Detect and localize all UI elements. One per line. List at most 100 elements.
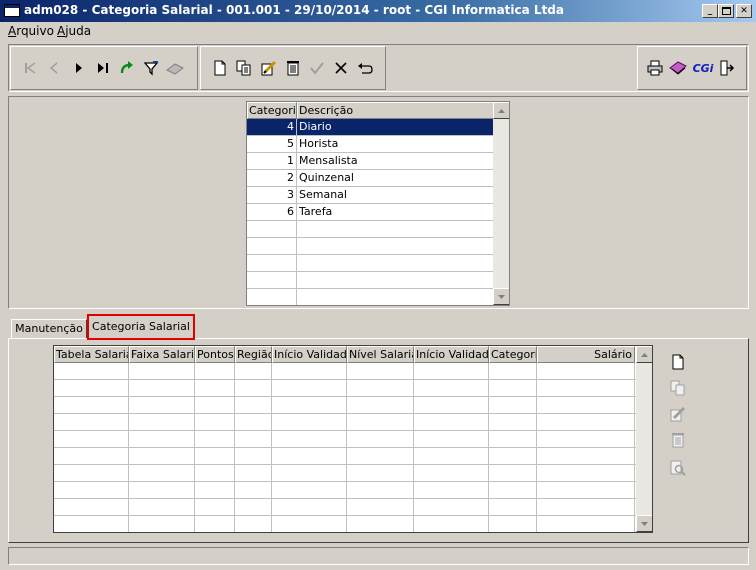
copy-record-icon [236,60,251,76]
table-cell [129,380,195,396]
table-cell [489,465,537,481]
table-row[interactable] [247,255,493,272]
delete-record-button[interactable] [282,57,304,79]
table-cell [489,380,537,396]
clear-filter-icon [166,63,184,75]
table-row[interactable] [247,289,493,305]
table-cell [489,482,537,498]
table-cell [235,516,272,532]
filter-button[interactable] [140,57,162,79]
column-header-regiao[interactable]: Região [235,346,272,363]
table-cell [537,448,635,464]
edit-record-button[interactable] [258,57,280,79]
table-row[interactable]: 2 Quinzenal [247,170,493,187]
table-row[interactable] [54,516,636,532]
table-cell [347,499,414,515]
menu-arquivo[interactable]: Arquivo [8,24,54,38]
close-button[interactable]: ✕ [736,4,752,18]
app-icon [4,4,20,17]
column-header-descricao[interactable]: Descrição [297,102,494,119]
side-search-button[interactable] [667,458,689,478]
maximize-button[interactable] [718,4,734,18]
cell-categoria: 1 [247,153,297,169]
salary-grid: Tabela SalarialFaixa SalarialPontosRegiã… [53,345,653,533]
tab-manutencao[interactable]: Manutenção [11,319,87,338]
copy-record-button[interactable] [233,57,255,79]
table-row[interactable] [247,221,493,238]
table-row[interactable] [54,465,636,482]
previous-record-button[interactable] [43,57,65,79]
salary-scrollbar[interactable] [636,346,652,532]
table-cell [272,363,347,379]
table-cell [272,448,347,464]
undo-button[interactable] [354,57,376,79]
column-header-categoria[interactable]: Categoria [489,346,537,363]
table-row[interactable] [247,238,493,255]
scroll-up-button[interactable] [493,102,509,119]
scroll-down-icon [641,521,648,526]
table-cell [54,448,129,464]
menu-ajuda[interactable]: Ajuda [57,24,91,38]
refresh-button[interactable] [116,57,138,79]
column-header-categoria[interactable]: Categoria [247,102,297,119]
table-cell [129,465,195,481]
new-record-button[interactable] [209,57,231,79]
cell-categoria [247,255,297,271]
table-row[interactable] [54,482,636,499]
print-button[interactable] [644,57,666,79]
column-header-nivel-salarial[interactable]: Nível Salarial [347,346,414,363]
table-row[interactable] [54,414,636,431]
column-header-salario[interactable]: Salário [537,346,635,363]
column-header-pontos[interactable]: Pontos [195,346,235,363]
table-cell [195,414,235,430]
side-delete-button[interactable] [667,430,689,450]
help-book-button[interactable] [667,57,689,79]
table-cell [235,380,272,396]
cancel-button[interactable] [330,57,352,79]
side-copy-button[interactable] [667,378,689,398]
table-row[interactable] [54,499,636,516]
cell-categoria: 4 [247,119,297,135]
table-row[interactable]: 6 Tarefa [247,204,493,221]
confirm-button[interactable] [306,57,328,79]
salary-scroll-down-button[interactable] [636,515,652,532]
cell-categoria [247,289,297,305]
table-cell [537,499,635,515]
column-header-inicio-validade-2[interactable]: Início Validade [414,346,489,363]
first-record-button[interactable] [19,57,41,79]
table-row[interactable]: 5 Horista [247,136,493,153]
table-cell [129,431,195,447]
clear-filter-button[interactable] [164,57,186,79]
table-row[interactable] [54,397,636,414]
table-cell [235,414,272,430]
table-row[interactable] [54,448,636,465]
column-header-inicio-validade[interactable]: Início Validade [272,346,347,363]
salary-scroll-up-button[interactable] [636,346,652,363]
side-new-button[interactable] [667,352,689,372]
undo-icon [358,63,373,74]
tab-categoria-salarial[interactable]: Categoria Salarial [87,314,195,340]
table-cell [129,499,195,515]
next-record-button[interactable] [68,57,90,79]
exit-button[interactable] [716,57,738,79]
table-row[interactable] [54,380,636,397]
minimize-button[interactable]: _ [702,4,718,18]
table-row[interactable] [54,431,636,448]
table-cell [347,482,414,498]
table-row[interactable] [54,363,636,380]
column-header-faixa-salarial[interactable]: Faixa Salarial [129,346,195,363]
column-header-tabela-salarial[interactable]: Tabela Salarial [54,346,129,363]
last-record-button[interactable] [92,57,114,79]
scroll-down-button[interactable] [493,288,509,305]
first-record-icon [25,62,36,74]
category-scrollbar[interactable] [493,102,509,305]
table-row[interactable]: 1 Mensalista [247,153,493,170]
cell-descricao: Horista [299,137,339,150]
table-row[interactable] [247,272,493,289]
side-edit-button[interactable] [667,404,689,424]
table-cell [537,465,635,481]
cgi-logo-button[interactable]: CGi [691,57,715,79]
table-row[interactable]: 3 Semanal [247,187,493,204]
table-row[interactable]: 4 Diario [247,119,493,136]
table-cell [129,397,195,413]
